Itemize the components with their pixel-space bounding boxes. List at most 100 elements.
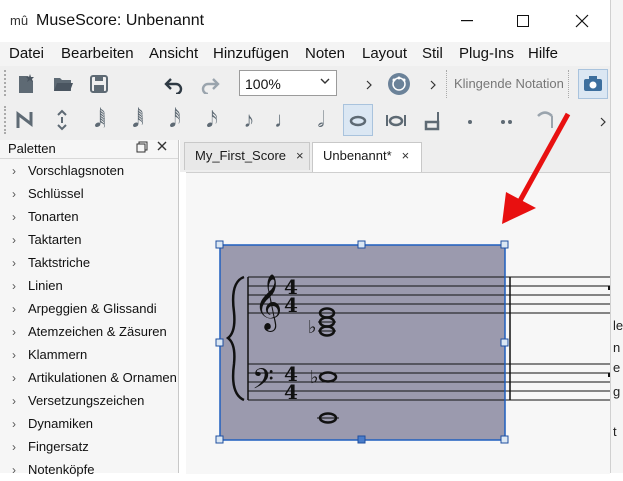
metronome-icon	[388, 73, 410, 95]
time-signature-bottom: 4	[284, 293, 298, 317]
chevron-right-icon[interactable]	[430, 77, 436, 93]
close-tab-icon[interactable]: ×	[402, 148, 410, 163]
palette-item[interactable]: › Taktstriche	[12, 251, 177, 274]
close-icon	[575, 14, 589, 28]
close-window-button[interactable]	[559, 0, 605, 42]
rest-mark	[608, 286, 610, 290]
palette-item[interactable]: › Taktarten	[12, 228, 177, 251]
voice-arrows-icon[interactable]	[47, 104, 77, 136]
menu-hinzufuegen[interactable]: Hinzufügen	[213, 44, 289, 64]
camera-icon	[584, 76, 602, 91]
chevron-right-icon: ›	[12, 371, 16, 385]
note-input-icon[interactable]	[12, 104, 42, 136]
close-panel-button[interactable]	[156, 139, 168, 155]
time-signature-bottom: 4	[284, 380, 298, 404]
minimize-button[interactable]	[444, 0, 490, 42]
menu-hilfe[interactable]: Hilfe	[528, 44, 558, 64]
redo-icon[interactable]	[196, 70, 224, 98]
chevron-right-icon[interactable]	[366, 77, 372, 93]
concert-pitch-toggle[interactable]: Klingende Notation	[454, 76, 564, 92]
app-icon: mû	[10, 13, 29, 28]
background-text: e	[613, 360, 621, 375]
palette-item[interactable]: › Klammern	[12, 343, 177, 366]
tab-unbenannt[interactable]: Unbenannt* ×	[312, 142, 422, 172]
palette-item-label: Taktarten	[28, 232, 82, 247]
menu-stil[interactable]: Stil	[422, 44, 443, 64]
palette-item[interactable]: › Tonarten	[12, 205, 177, 228]
palette-item[interactable]: › Notenköpfe	[12, 458, 177, 481]
chevron-right-icon: ›	[12, 279, 16, 293]
chevron-right-icon: ›	[12, 210, 16, 224]
palette-item-label: Klammern	[28, 347, 88, 362]
palettes-title: Paletten	[8, 141, 56, 156]
chevron-right-icon: ›	[12, 325, 16, 339]
metronome-button[interactable]	[384, 70, 418, 98]
palette-item-label: Linien	[28, 278, 63, 293]
minimize-icon	[461, 20, 473, 22]
zoom-value: 100%	[245, 76, 281, 92]
float-panel-button[interactable]	[136, 141, 148, 156]
toolbar-grip	[4, 70, 10, 96]
palette-item[interactable]: › Versetzungszeichen	[12, 389, 177, 412]
menu-datei[interactable]: Datei	[9, 44, 44, 64]
palette-item-label: Tonarten	[28, 209, 79, 224]
menu-plugins[interactable]: Plug-Ins	[459, 44, 514, 64]
eighth-note-icon[interactable]: ♪	[234, 104, 264, 136]
palette-item-label: Artikulationen & Ornamente	[28, 370, 177, 385]
new-score-icon[interactable]	[12, 70, 40, 98]
32nd-note-icon[interactable]: 𝅘𝅥𝅰	[160, 104, 190, 136]
chevron-right-icon: ›	[12, 164, 16, 178]
undo-icon[interactable]	[160, 70, 188, 98]
chevron-right-icon: ›	[12, 187, 16, 201]
tab-my-first-score[interactable]: My_First_Score ×	[184, 142, 310, 170]
palette-item[interactable]: › Schlüssel	[12, 182, 177, 205]
chevron-right-icon: ›	[12, 256, 16, 270]
palette-item[interactable]: › Arpeggien & Glissandi	[12, 297, 177, 320]
flat-sign: ♭	[308, 317, 317, 338]
palette-item-label: Taktstriche	[28, 255, 91, 270]
half-note-icon[interactable]: 𝅗𝅥	[306, 104, 336, 136]
toolbar-separator	[446, 70, 448, 98]
window-title: MuseScore: Unbenannt	[36, 12, 205, 29]
chevron-right-icon: ›	[12, 302, 16, 316]
background-text: t	[613, 424, 617, 439]
128th-note-icon[interactable]: 𝅘𝅥𝅲	[85, 104, 115, 136]
close-icon	[157, 141, 167, 151]
palette-item[interactable]: › Linien	[12, 274, 177, 297]
chevron-down-icon	[320, 74, 330, 88]
save-icon[interactable]	[85, 70, 113, 98]
treble-clef: 𝄞	[254, 274, 282, 332]
menu-layout[interactable]: Layout	[362, 44, 407, 64]
maximize-button[interactable]	[500, 0, 546, 42]
menu-noten[interactable]: Noten	[305, 44, 345, 64]
image-capture-button[interactable]	[578, 69, 608, 99]
longa-icon[interactable]	[418, 104, 448, 136]
chevron-right-icon: ›	[12, 417, 16, 431]
menu-ansicht[interactable]: Ansicht	[149, 44, 198, 64]
breve-icon[interactable]	[381, 104, 411, 136]
open-icon[interactable]	[49, 70, 77, 98]
toolbar-separator	[568, 70, 570, 98]
float-icon	[136, 141, 148, 153]
tab-label: Unbenannt*	[323, 148, 392, 163]
palette-item[interactable]: › Fingersatz	[12, 435, 177, 458]
maximize-icon	[517, 15, 529, 27]
16th-note-icon[interactable]: 𝅘𝅥𝅯	[197, 104, 227, 136]
quarter-note-icon[interactable]: ♩	[270, 104, 300, 136]
palette-item-label: Versetzungszeichen	[28, 393, 145, 408]
chevron-right-icon: ›	[12, 440, 16, 454]
close-tab-icon[interactable]: ×	[296, 148, 304, 163]
palette-item[interactable]: › Vorschlagsnoten	[12, 159, 177, 182]
chevron-right-icon[interactable]	[600, 114, 606, 130]
palette-item-label: Schlüssel	[28, 186, 84, 201]
64th-note-icon[interactable]: 𝅘𝅥𝅱	[123, 104, 153, 136]
palette-item[interactable]: › Atemzeichen & Zäsuren	[12, 320, 177, 343]
whole-note-icon[interactable]	[343, 104, 373, 136]
background-text: g	[613, 384, 621, 399]
palette-item[interactable]: › Artikulationen & Ornamente	[12, 366, 177, 389]
palette-item[interactable]: › Dynamiken	[12, 412, 177, 435]
flat-sign: ♭	[310, 367, 319, 388]
chevron-right-icon: ›	[12, 233, 16, 247]
background-text: n	[613, 340, 621, 355]
menu-bearbeiten[interactable]: Bearbeiten	[61, 44, 134, 64]
